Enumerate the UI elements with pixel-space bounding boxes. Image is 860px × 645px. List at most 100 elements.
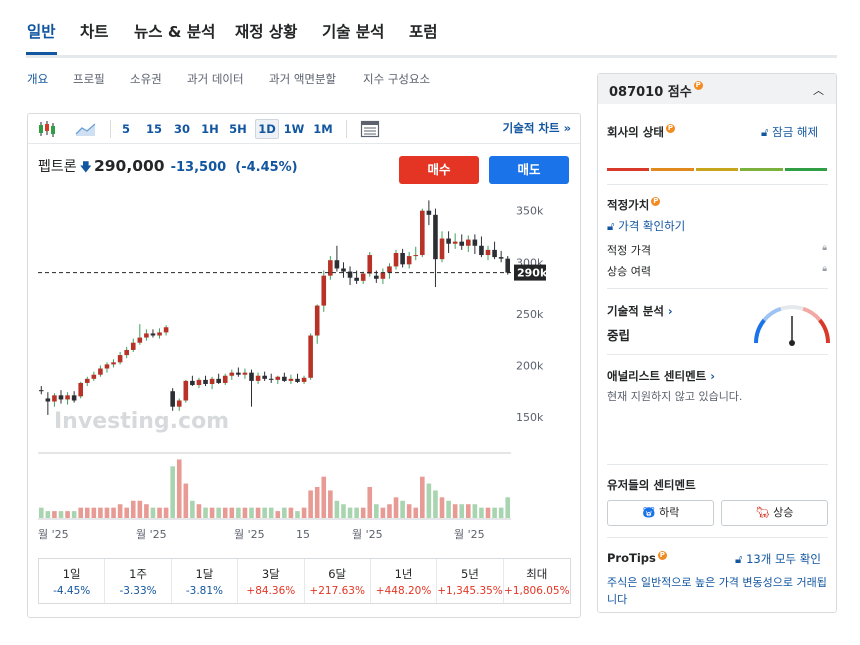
candle-body	[58, 395, 64, 400]
period-cell[interactable]: 6달 +217.63%	[305, 559, 371, 603]
technical-chart-link[interactable]: 기술적 차트 »	[503, 120, 571, 136]
candle-body	[314, 305, 320, 336]
check-price-text: 가격 확인하기	[618, 219, 686, 233]
candle-body	[71, 395, 77, 401]
period-cell[interactable]: 1년 +448.20%	[371, 559, 438, 603]
subnav-splits[interactable]: 과거 액면분할	[269, 71, 336, 87]
volume-bar	[137, 500, 143, 518]
table-view-icon[interactable]	[360, 120, 380, 138]
interval-15[interactable]: 15	[144, 119, 164, 139]
subnav-profile[interactable]: 프로필	[73, 71, 105, 87]
tab-news[interactable]: 뉴스 & 분석	[134, 20, 215, 42]
interval-5h[interactable]: 5H	[227, 119, 249, 139]
price-change: -13,500	[170, 160, 227, 175]
analyst-unsupported-text: 현재 지원하지 않고 있습니다.	[607, 390, 743, 403]
period-change: +217.63%	[309, 585, 365, 597]
subnav-ownership[interactable]: 소유권	[130, 71, 162, 87]
price-chart[interactable]: 350k300k250k200k150kInvesting.com290k월 '…	[28, 188, 580, 556]
volume-bar	[354, 507, 359, 518]
candle-body	[65, 395, 70, 400]
technical-gauge	[754, 305, 830, 346]
buy-button[interactable]: 매수	[399, 156, 479, 184]
gauge-arc	[754, 318, 766, 344]
toolbar-separator	[110, 120, 111, 138]
chevron-up-icon[interactable]: ︿	[813, 82, 824, 98]
period-cell[interactable]: 1일 -4.45%	[39, 559, 106, 603]
bearish-label: 하락	[659, 506, 680, 519]
interval-5[interactable]: 5	[118, 119, 134, 139]
interval-1h[interactable]: 1H	[199, 119, 221, 139]
period-cell[interactable]: 1달 -3.81%	[172, 559, 239, 603]
period-cell[interactable]: 3달 +84.36%	[238, 559, 305, 603]
tab-chart[interactable]: 차트	[80, 20, 109, 42]
interval-1d[interactable]: 1D	[255, 119, 279, 139]
tab-forum[interactable]: 포럼	[409, 20, 438, 42]
tab-technical[interactable]: 기술 분석	[322, 20, 384, 42]
score-title-text: 087010 점수	[609, 85, 692, 100]
volume-bar	[190, 500, 195, 518]
protip-item[interactable]: 주식은 일반적으로 높은 가격 변동성으로 거래됩니다	[607, 574, 829, 608]
volume-bar	[459, 504, 465, 518]
candle-body	[144, 333, 149, 338]
candle-body	[387, 266, 392, 273]
main-tabs: 일반 차트 뉴스 & 분석 재정 상황 기술 분석 포럼	[26, 14, 837, 58]
candle-body	[295, 378, 300, 382]
tab-financials[interactable]: 재정 상황	[235, 20, 297, 42]
candle-body	[176, 400, 182, 407]
protips-all-link[interactable]: 🔓︎ 13개 모두 확인	[735, 551, 821, 567]
period-label: 최대	[526, 567, 548, 581]
volume-bar	[433, 490, 438, 518]
period-change: +1,345.35%	[437, 585, 503, 597]
bullish-button[interactable]: 🐂︎ 상승	[721, 500, 828, 526]
period-cell[interactable]: 5년 +1,345.35%	[437, 559, 504, 603]
candlestick-type-icon[interactable]	[37, 120, 57, 138]
volume-bar	[334, 500, 340, 518]
area-chart-icon[interactable]	[75, 120, 97, 138]
volume-bar	[268, 507, 274, 518]
candle-body	[255, 375, 261, 381]
period-label: 3달	[261, 567, 280, 581]
unlock-link[interactable]: 🔓︎ 잠금 해제	[761, 124, 818, 140]
candle-body	[38, 390, 44, 392]
lock-icon: 🔓︎	[735, 552, 743, 566]
interval-30[interactable]: 30	[172, 119, 192, 139]
lock-icon: 🔓︎	[761, 125, 769, 139]
period-change: -3.81%	[185, 585, 224, 597]
score-header[interactable]: 087010 점수 P ︿	[598, 74, 836, 104]
volume-bar	[249, 507, 254, 518]
tab-general[interactable]: 일반	[27, 20, 56, 42]
analyst-sentiment-title[interactable]: 애널리스트 센티멘트 ›	[607, 368, 715, 384]
volume-bar	[498, 507, 504, 518]
candle-body	[334, 260, 340, 269]
period-cell[interactable]: 최대 +1,806.05%	[504, 559, 570, 603]
subnav-index-components[interactable]: 지수 구성요소	[363, 71, 430, 87]
pro-badge-icon: P	[651, 197, 661, 206]
candle-body	[321, 275, 327, 306]
candle-body	[341, 268, 346, 272]
subnav-overview[interactable]: 개요	[27, 71, 48, 87]
interval-1m[interactable]: 1M	[311, 119, 335, 139]
bearish-button[interactable]: 🐻︎ 하락	[607, 500, 714, 526]
interval-1w[interactable]: 1W	[282, 119, 306, 139]
candle-body	[130, 342, 136, 350]
divider	[607, 537, 828, 538]
x-tick-label: 월 '25	[234, 528, 265, 541]
candle-body	[236, 372, 241, 375]
volume-bar	[78, 507, 84, 518]
candle-body	[84, 378, 90, 383]
subnav-historical[interactable]: 과거 데이터	[187, 71, 244, 87]
pro-badge-icon: P	[657, 551, 667, 560]
period-cell[interactable]: 1주 -3.33%	[105, 559, 172, 603]
candle-body	[354, 277, 359, 281]
candle-body	[413, 255, 419, 257]
technical-analysis-title[interactable]: 기술적 분석 ›	[607, 303, 673, 319]
volume-bar	[38, 507, 44, 518]
sell-button[interactable]: 매도	[489, 156, 569, 184]
candle-body	[45, 398, 51, 402]
check-price-link[interactable]: 🔓︎ 가격 확인하기	[607, 218, 685, 234]
candle-body	[367, 255, 373, 274]
volume-bar	[229, 507, 235, 518]
candle-body	[374, 275, 379, 279]
candle-body	[196, 379, 202, 386]
protips-text: ProTips	[607, 551, 656, 565]
